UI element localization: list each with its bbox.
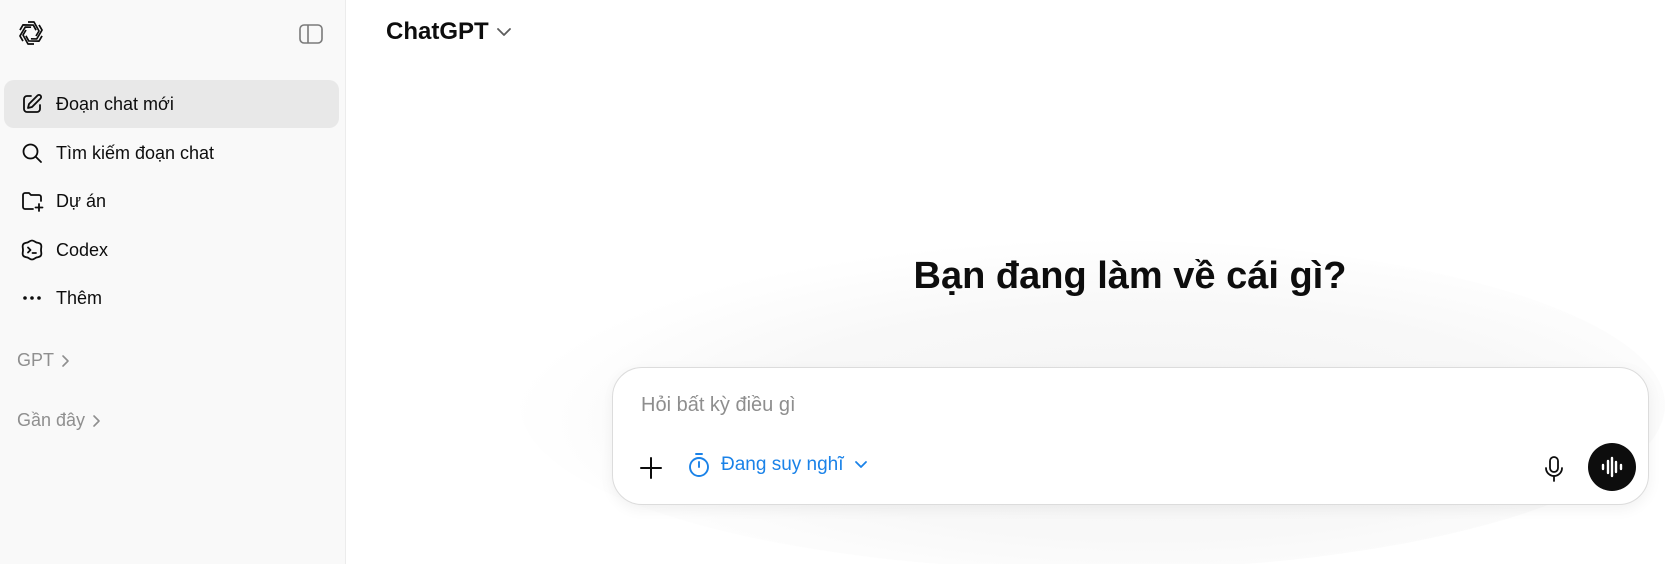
- new-chat-icon: [23, 94, 42, 113]
- search-icon: [22, 143, 42, 163]
- chevron-right-icon: [62, 354, 69, 367]
- page-title: Bạn đang làm về cái gì?: [913, 255, 1347, 297]
- thinking-mode-label: Đang suy nghĩ: [721, 454, 844, 475]
- chevron-right-icon: [93, 414, 100, 427]
- thinking-mode-button[interactable]: Đang suy nghĩ: [687, 452, 868, 478]
- sidebar-section-label: Gần đây: [17, 410, 86, 430]
- sidebar-item-label: Dự án: [56, 190, 107, 211]
- sidebar-toggle-icon[interactable]: [298, 22, 324, 46]
- chevron-down-icon: [854, 461, 867, 468]
- sidebar-item-new-chat[interactable]: Đoạn chat mới: [4, 80, 339, 128]
- plus-icon: [640, 457, 662, 479]
- sidebar-item-search[interactable]: Tìm kiếm đoạn chat: [4, 129, 339, 177]
- waveform-icon: [1601, 456, 1623, 478]
- chevron-down-icon: [496, 28, 511, 36]
- sidebar-section-gpt[interactable]: GPT: [17, 350, 71, 371]
- sidebar-item-label: Tìm kiếm đoạn chat: [56, 142, 215, 163]
- sidebar-item-label: Đoạn chat mới: [56, 93, 174, 114]
- timer-icon: [689, 453, 709, 477]
- microphone-icon: [1545, 456, 1563, 482]
- sidebar-section-label: GPT: [17, 350, 55, 370]
- model-switcher[interactable]: ChatGPT: [386, 18, 513, 46]
- model-name: ChatGPT: [386, 18, 489, 45]
- openai-logo-icon[interactable]: [16, 18, 46, 48]
- sidebar-section-recent[interactable]: Gần đây: [17, 410, 102, 431]
- sidebar-item-projects[interactable]: Dự án: [4, 177, 339, 225]
- folder-add-icon: [22, 192, 44, 212]
- voice-mode-button[interactable]: [1588, 443, 1636, 491]
- add-attachment-button[interactable]: [637, 454, 665, 482]
- prompt-input[interactable]: [641, 390, 1591, 420]
- composer: Đang suy nghĩ: [612, 367, 1649, 505]
- dictate-button[interactable]: [1540, 454, 1568, 484]
